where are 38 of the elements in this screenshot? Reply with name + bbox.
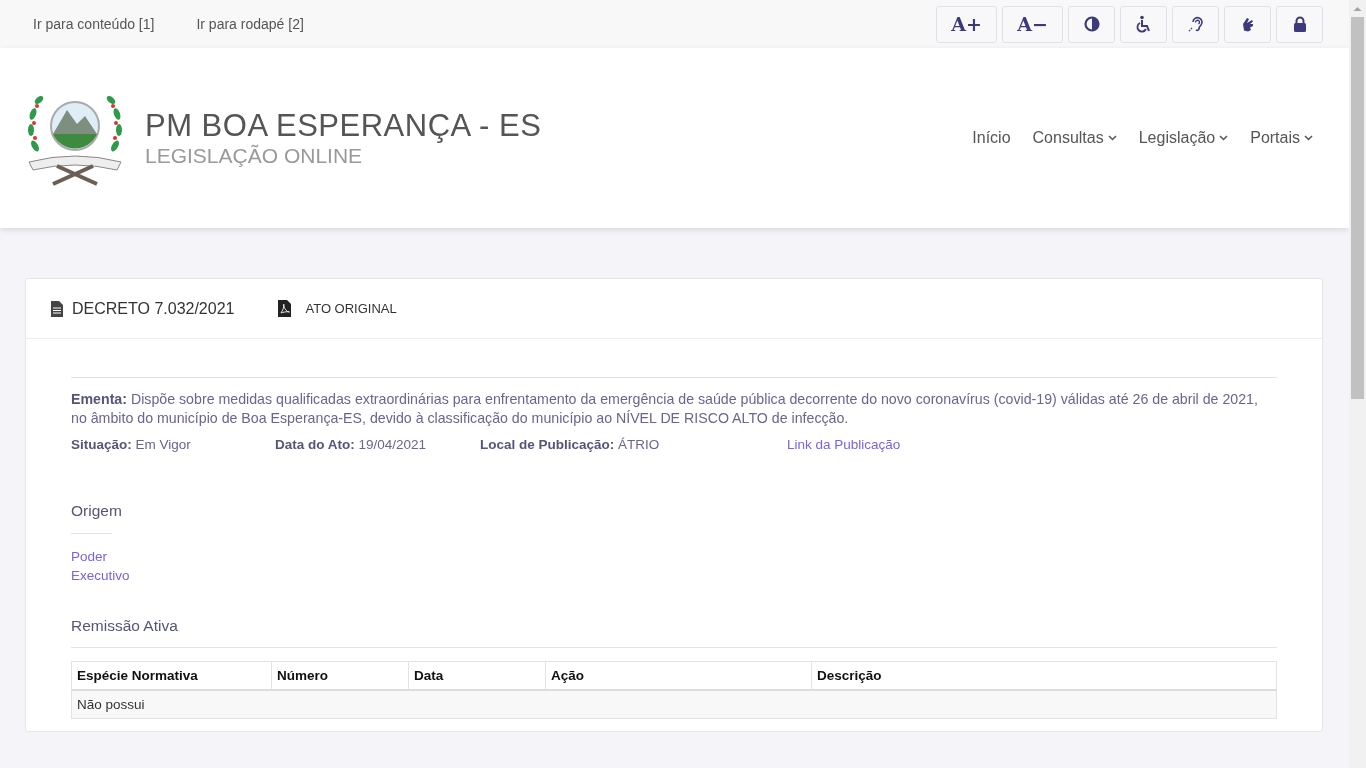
detail-field: Local de Publicação: ÁTRIO <box>480 437 787 452</box>
chevron-down-icon <box>1107 135 1117 141</box>
section-heading: Origem <box>71 502 123 520</box>
wheelchair-icon <box>1134 15 1153 33</box>
nav-link[interactable]: Início <box>972 129 1011 147</box>
site-subtitle: LEGISLAÇÃO ONLINE <box>145 144 364 168</box>
origin-text: Executivo <box>71 567 130 585</box>
original-act-link[interactable]: ATO ORIGINAL <box>278 300 397 317</box>
lock-button[interactable] <box>1276 5 1323 43</box>
accessibility-button[interactable] <box>1120 5 1167 43</box>
scrollbar-thumb[interactable] <box>1351 17 1364 399</box>
contrast-icon <box>1083 16 1100 32</box>
document-title: DECRETO 7.032/2021 <box>72 299 235 318</box>
chevron-down-icon <box>1219 135 1229 141</box>
section-heading: Remissão Ativa <box>71 617 179 635</box>
skip-link[interactable]: Ir para conteúdo [1] <box>33 16 155 32</box>
scrollbar[interactable] <box>1349 0 1366 768</box>
site-title: PM BOA ESPERANÇA - ES <box>145 108 542 144</box>
document-icon <box>51 300 63 317</box>
lock-icon <box>1292 16 1307 32</box>
summary-text: Ementa: Dispõe sobre medidas qualificadas extraordinárias para enfrentamento da emergência de saúde pública decorrente do novo coronavírus (covid-19) válidas até 26 de abril de 2021, no âmbito do município de Boa Esperança-ES, devido à classificação do município ao NÍVEL DE RISCO ALTO de infecção. <box>71 390 1259 428</box>
publication-link[interactable]: Link da Publicação <box>787 437 901 452</box>
chevron-down-icon <box>1304 135 1313 141</box>
font-size-button[interactable]: A+ <box>936 5 997 43</box>
nav-link[interactable]: Consultas <box>1032 129 1117 147</box>
ear-icon <box>1186 15 1205 33</box>
nav-link[interactable]: Portais <box>1250 129 1313 147</box>
font-size-button[interactable]: A− <box>1002 5 1063 43</box>
sign-language-button[interactable] <box>1224 5 1271 43</box>
table-cell: Não possui <box>71 690 1277 719</box>
detail-field: Situação: Em Vigor <box>71 437 275 452</box>
contrast-button[interactable] <box>1068 5 1115 43</box>
origin-text: Poder <box>71 548 108 566</box>
detail-field: Data do Ato: 19/04/2021 <box>275 437 480 452</box>
skip-link[interactable]: Ir para rodapé [2] <box>196 16 304 32</box>
nav-link[interactable]: Legislação <box>1138 129 1229 147</box>
pdf-file-icon <box>278 300 292 317</box>
hearing-button[interactable] <box>1172 5 1219 43</box>
